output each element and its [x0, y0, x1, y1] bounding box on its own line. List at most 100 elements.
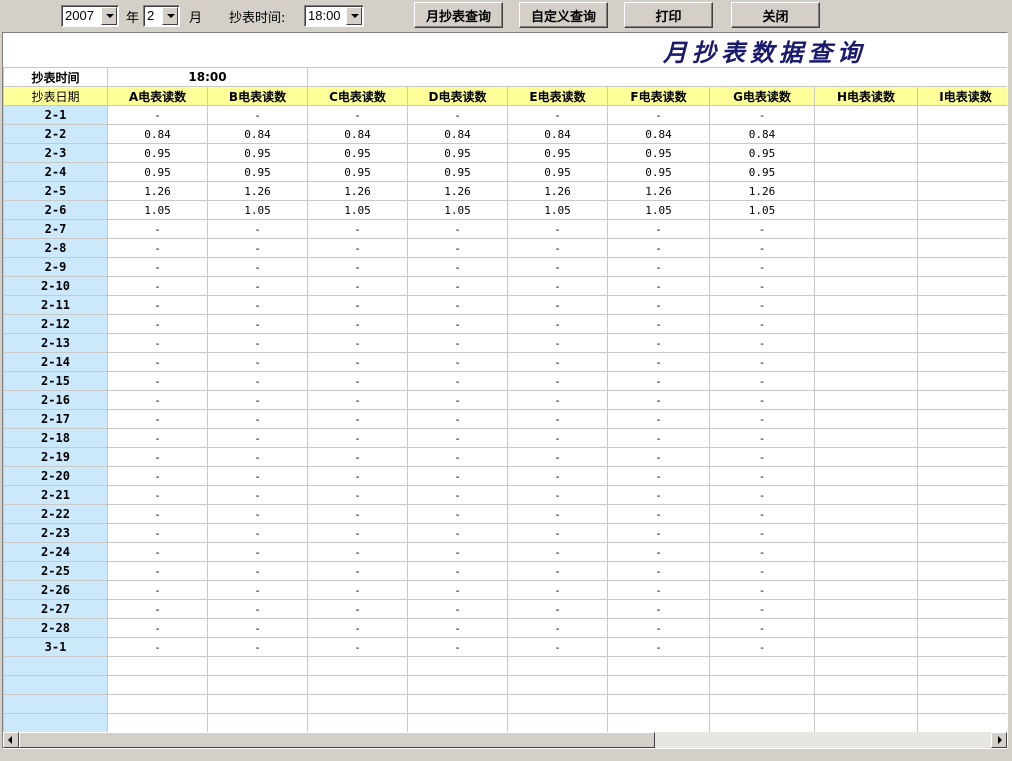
row-date: 2-3: [3, 143, 108, 163]
reading-cell: [814, 599, 919, 619]
reading-cell: -: [307, 333, 409, 353]
time-header-spacer: [307, 67, 1007, 87]
reading-cell: [917, 542, 1007, 562]
reading-cell: -: [307, 466, 409, 486]
reading-cell: -: [709, 276, 816, 296]
reading-cell: [917, 124, 1007, 144]
table-row: 2-18- - - - - - -: [3, 428, 1007, 448]
reading-cell: 1.05: [407, 200, 509, 220]
reading-cell-empty: [814, 713, 919, 733]
month-select[interactable]: 2: [143, 5, 180, 27]
reading-cell: -: [206, 219, 309, 239]
reading-cell: 1.05: [607, 200, 711, 220]
reading-cell: -: [507, 105, 609, 125]
reading-cell: [814, 181, 919, 201]
reading-cell: -: [307, 409, 409, 429]
reading-cell: -: [407, 333, 509, 353]
reading-cell: -: [507, 390, 609, 410]
reading-cell-empty: [206, 713, 309, 733]
reading-cell: -: [507, 314, 609, 334]
row-date: 2-16: [3, 390, 108, 410]
reading-cell: -: [407, 409, 509, 429]
reading-cell: -: [206, 618, 309, 638]
row-date: 2-1: [3, 105, 108, 125]
reading-cell: [814, 542, 919, 562]
reading-cell: 0.95: [307, 143, 409, 163]
reading-cell: [917, 333, 1007, 353]
reading-cell: -: [407, 105, 509, 125]
time-header-row: 抄表时间 18:00: [3, 67, 1007, 87]
close-button[interactable]: 关闭: [731, 2, 820, 28]
reading-cell: 0.84: [709, 124, 816, 144]
reading-cell: -: [107, 466, 208, 486]
reading-cell: -: [709, 447, 816, 467]
reading-cell-empty: [206, 656, 309, 676]
chevron-down-icon[interactable]: [101, 7, 117, 25]
reading-cell: -: [206, 409, 309, 429]
row-date: 2-6: [3, 200, 108, 220]
chevron-down-icon[interactable]: [346, 7, 362, 25]
reading-cell: 1.05: [507, 200, 609, 220]
reading-cell: -: [107, 485, 208, 505]
reading-cell: -: [607, 447, 711, 467]
reading-cell: -: [107, 409, 208, 429]
reading-cell: [814, 200, 919, 220]
row-date: 2-8: [3, 238, 108, 258]
row-date: 2-21: [3, 485, 108, 505]
reading-cell: -: [607, 466, 711, 486]
reading-cell: [814, 504, 919, 524]
reading-cell: -: [709, 238, 816, 258]
meter-time-label: 抄表时间:: [229, 11, 286, 26]
column-header: H电表读数: [814, 86, 919, 106]
reading-cell: 0.95: [206, 143, 309, 163]
row-date: 2-28: [3, 618, 108, 638]
reading-cell: [917, 143, 1007, 163]
reading-cell: -: [607, 371, 711, 391]
reading-cell: 1.26: [307, 181, 409, 201]
reading-cell: -: [507, 523, 609, 543]
row-date: 2-14: [3, 352, 108, 372]
reading-cell: [917, 390, 1007, 410]
arrow-left-icon[interactable]: [3, 732, 19, 748]
monthly-query-button[interactable]: 月抄表查询: [414, 2, 503, 28]
reading-cell: [814, 637, 919, 657]
print-button[interactable]: 打印: [624, 2, 713, 28]
table-row: 2-16- - - - - - -: [3, 390, 1007, 410]
meter-time-select[interactable]: 18:00: [304, 5, 364, 27]
arrow-right-icon[interactable]: [991, 732, 1007, 748]
reading-cell: -: [307, 485, 409, 505]
reading-cell: -: [307, 580, 409, 600]
reading-cell: [814, 257, 919, 277]
reading-cell: -: [607, 599, 711, 619]
reading-cell: 1.26: [107, 181, 208, 201]
year-select[interactable]: 2007: [61, 5, 119, 27]
reading-cell: -: [607, 580, 711, 600]
reading-cell: -: [507, 428, 609, 448]
reading-cell: -: [107, 390, 208, 410]
reading-cell: -: [307, 105, 409, 125]
empty-row: [3, 713, 1007, 733]
reading-cell: -: [206, 599, 309, 619]
reading-cell: 1.26: [206, 181, 309, 201]
horizontal-scrollbar[interactable]: [3, 732, 1007, 748]
table-row: 2-11- - - - - - -: [3, 295, 1007, 315]
reading-cell: -: [407, 599, 509, 619]
chevron-down-icon[interactable]: [162, 7, 178, 25]
reading-cell: -: [607, 219, 711, 239]
column-header: D电表读数: [407, 86, 509, 106]
reading-cell: [917, 162, 1007, 182]
reading-cell: -: [607, 333, 711, 353]
reading-cell: -: [709, 618, 816, 638]
reading-cell: [917, 561, 1007, 581]
reading-cell: -: [709, 371, 816, 391]
reading-cell: -: [507, 276, 609, 296]
reading-cell: -: [307, 504, 409, 524]
scrollbar-thumb[interactable]: [19, 732, 655, 748]
reading-cell: 0.95: [709, 143, 816, 163]
reading-cell: -: [407, 295, 509, 315]
reading-cell-empty: [607, 656, 711, 676]
custom-query-button[interactable]: 自定义查询: [519, 2, 608, 28]
reading-cell-empty: [507, 675, 609, 695]
reading-cell: -: [607, 561, 711, 581]
column-header-row: 抄表日期 A电表读数 B电表读数 C电表读数 D电表读数 E电表读数 F电表读数 G电表读数 H…: [3, 86, 1007, 106]
